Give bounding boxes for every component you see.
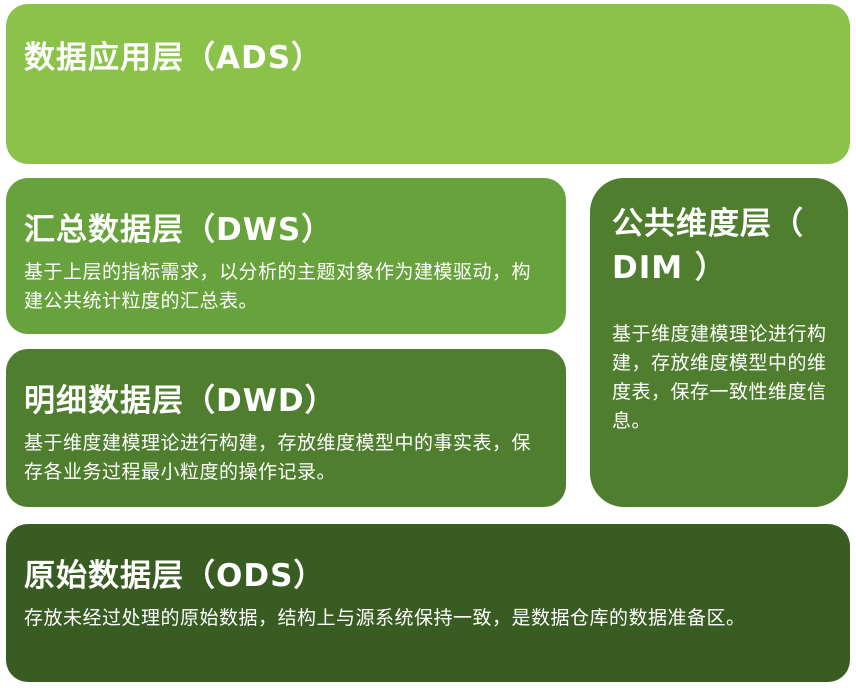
dwd-layer-description: 基于维度建模理论进行构建，存放维度模型中的事实表，保存各业务过程最小粒度的操作记…: [24, 432, 532, 483]
dim-layer-box: 公共维度层（ DIM ） 基于维度建模理论进行构建，存放维度模型中的维度表，保存…: [590, 178, 848, 507]
dws-layer-description: 基于上层的指标需求，以分析的主题对象作为建模驱动，构建公共统计粒度的汇总表。: [24, 261, 532, 312]
dim-layer-title: 公共维度层（ DIM ）: [612, 206, 804, 286]
ods-layer-title: 原始数据层（ODS）: [24, 558, 326, 594]
ods-layer-description: 存放未经过处理的原始数据，结构上与源系统保持一致，是数据仓库的数据准备区。: [24, 607, 746, 629]
dws-layer-box: 汇总数据层（DWS） 基于上层的指标需求，以分析的主题对象作为建模驱动，构建公共…: [6, 178, 566, 334]
dim-layer-description: 基于维度建模理论进行构建，存放维度模型中的维度表，保存一致性维度信息。: [612, 323, 827, 432]
ads-layer-box: 数据应用层（ADS）: [6, 4, 850, 164]
dwd-layer-title: 明细数据层（DWD）: [24, 383, 337, 419]
dwd-layer-box: 明细数据层（DWD） 基于维度建模理论进行构建，存放维度模型中的事实表，保存各业…: [6, 349, 566, 507]
ods-layer-box: 原始数据层（ODS） 存放未经过处理的原始数据，结构上与源系统保持一致，是数据仓…: [6, 524, 850, 682]
ads-layer-title: 数据应用层（ADS）: [24, 40, 324, 76]
dws-layer-title: 汇总数据层（DWS）: [24, 212, 334, 248]
